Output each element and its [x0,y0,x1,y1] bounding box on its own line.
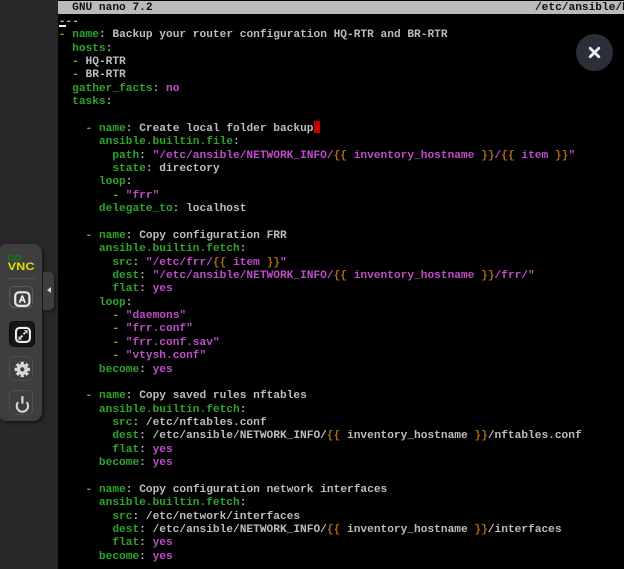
svg-text:VNC: VNC [8,260,35,272]
